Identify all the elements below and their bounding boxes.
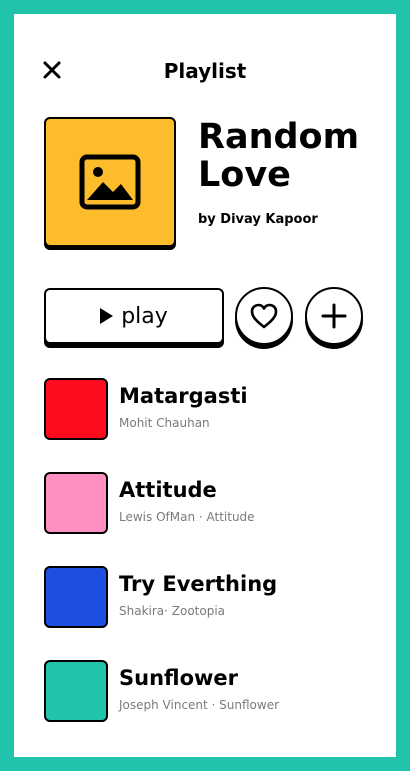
track-artwork	[44, 660, 108, 722]
track-item[interactable]: Attitude Lewis OfMan · Attitude	[44, 472, 374, 538]
track-item[interactable]: Try Everthing Shakira· Zootopia	[44, 566, 374, 632]
track-artwork	[44, 472, 108, 534]
album-title-line1: Random	[198, 117, 360, 157]
like-button[interactable]	[235, 287, 293, 345]
track-title: Matargasti	[119, 384, 248, 408]
track-subtitle: Lewis OfMan · Attitude	[119, 510, 255, 524]
play-label: play	[121, 303, 168, 329]
track-subtitle: Shakira· Zootopia	[119, 604, 226, 618]
track-subtitle: Joseph Vincent · Sunflower	[119, 698, 280, 712]
track-artwork	[44, 566, 108, 628]
track-subtitle: Mohit Chauhan	[119, 416, 210, 430]
album-cover	[44, 117, 176, 247]
play-button[interactable]: play	[44, 288, 224, 344]
album-title-line2: Love	[198, 155, 291, 195]
image-placeholder-icon	[79, 154, 141, 210]
track-title: Attitude	[119, 478, 217, 502]
track-title: Sunflower	[119, 666, 239, 690]
track-item[interactable]: Sunflower Joseph Vincent · Sunflower	[44, 660, 374, 726]
album-title: Random Love	[198, 118, 388, 194]
heart-icon	[250, 303, 278, 329]
album-author: by Divay Kapoor	[198, 212, 318, 227]
page-title: Playlist	[163, 59, 247, 83]
track-item[interactable]: Matargasti Mohit Chauhan	[44, 378, 374, 444]
track-title: Try Everthing	[119, 572, 278, 596]
plus-icon	[321, 303, 347, 329]
track-artwork	[44, 378, 108, 440]
add-button[interactable]	[305, 287, 363, 345]
play-icon	[100, 308, 114, 324]
